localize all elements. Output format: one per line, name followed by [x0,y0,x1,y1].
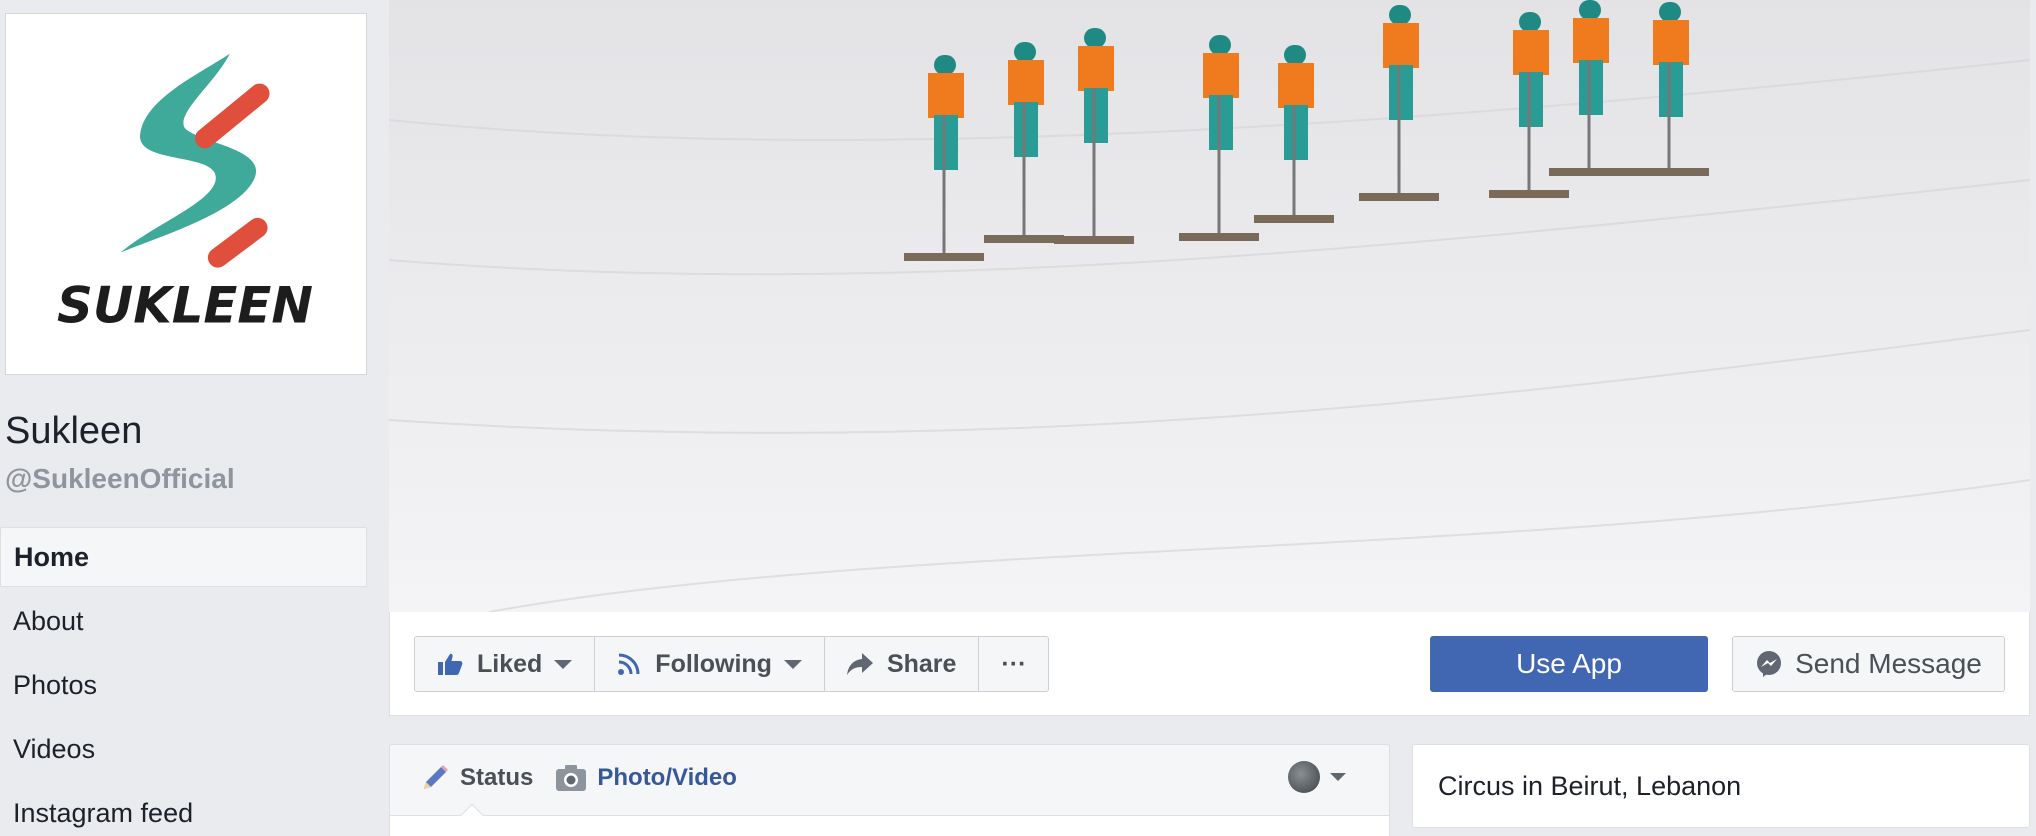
rss-icon [617,652,641,676]
post-as-selector[interactable] [1288,761,1346,793]
share-arrow-icon [846,653,873,675]
location-card[interactable]: Circus in Beirut, Lebanon [1412,744,2030,828]
post-composer: Status Photo/Video [389,744,1390,836]
cover-photo[interactable] [389,0,2030,612]
page-handle[interactable]: @SukleenOfficial [5,463,235,495]
camera-icon [555,764,587,792]
page-action-bar: Liked Following Share ··· Use App Send M… [389,612,2030,716]
chevron-down-icon [783,659,802,669]
photo-video-label: Photo/Video [597,764,737,791]
thumbs-up-icon [437,652,463,676]
page-actions-group: Liked Following Share ··· [414,636,1050,692]
location-text: Circus in Beirut, Lebanon [1438,770,1742,801]
cover-image [389,0,2030,612]
status-label: Status [460,764,534,791]
sidebar-item-home[interactable]: Home [0,527,367,587]
sukleen-logo: SUKLEEN [57,53,313,334]
sidebar-item-videos[interactable]: Videos [0,719,367,779]
liked-label: Liked [477,649,543,678]
following-label: Following [655,649,772,678]
liked-button[interactable]: Liked [415,637,596,691]
profile-picture[interactable]: SUKLEEN [5,13,367,375]
more-options-button[interactable]: ··· [979,637,1048,691]
composer-input-area[interactable] [390,815,1389,836]
tab-photo-video[interactable]: Photo/Video [555,764,737,792]
send-message-button[interactable]: Send Message [1732,636,2005,692]
sidebar-item-photos[interactable]: Photos [0,655,367,715]
messenger-icon [1755,650,1783,678]
chevron-down-icon [1330,773,1346,781]
share-button[interactable]: Share [825,637,980,691]
share-label: Share [886,649,957,678]
page-title[interactable]: Sukleen [5,410,142,453]
pencil-icon [420,763,450,793]
logo-text: SUKLEEN [57,276,313,334]
tab-status[interactable]: Status [420,763,533,793]
following-button[interactable]: Following [595,637,825,691]
chevron-down-icon [554,659,573,669]
send-message-label: Send Message [1795,648,1982,679]
sidebar-nav: Home About Photos Videos Instagram feed [0,527,367,836]
sidebar-item-about[interactable]: About [0,591,367,651]
avatar [1288,761,1320,793]
use-app-button[interactable]: Use App [1430,636,1708,692]
more-dots-icon: ··· [1001,649,1027,678]
composer-tabs: Status Photo/Video [420,763,759,793]
sidebar-item-instagram-feed[interactable]: Instagram feed [0,783,367,836]
